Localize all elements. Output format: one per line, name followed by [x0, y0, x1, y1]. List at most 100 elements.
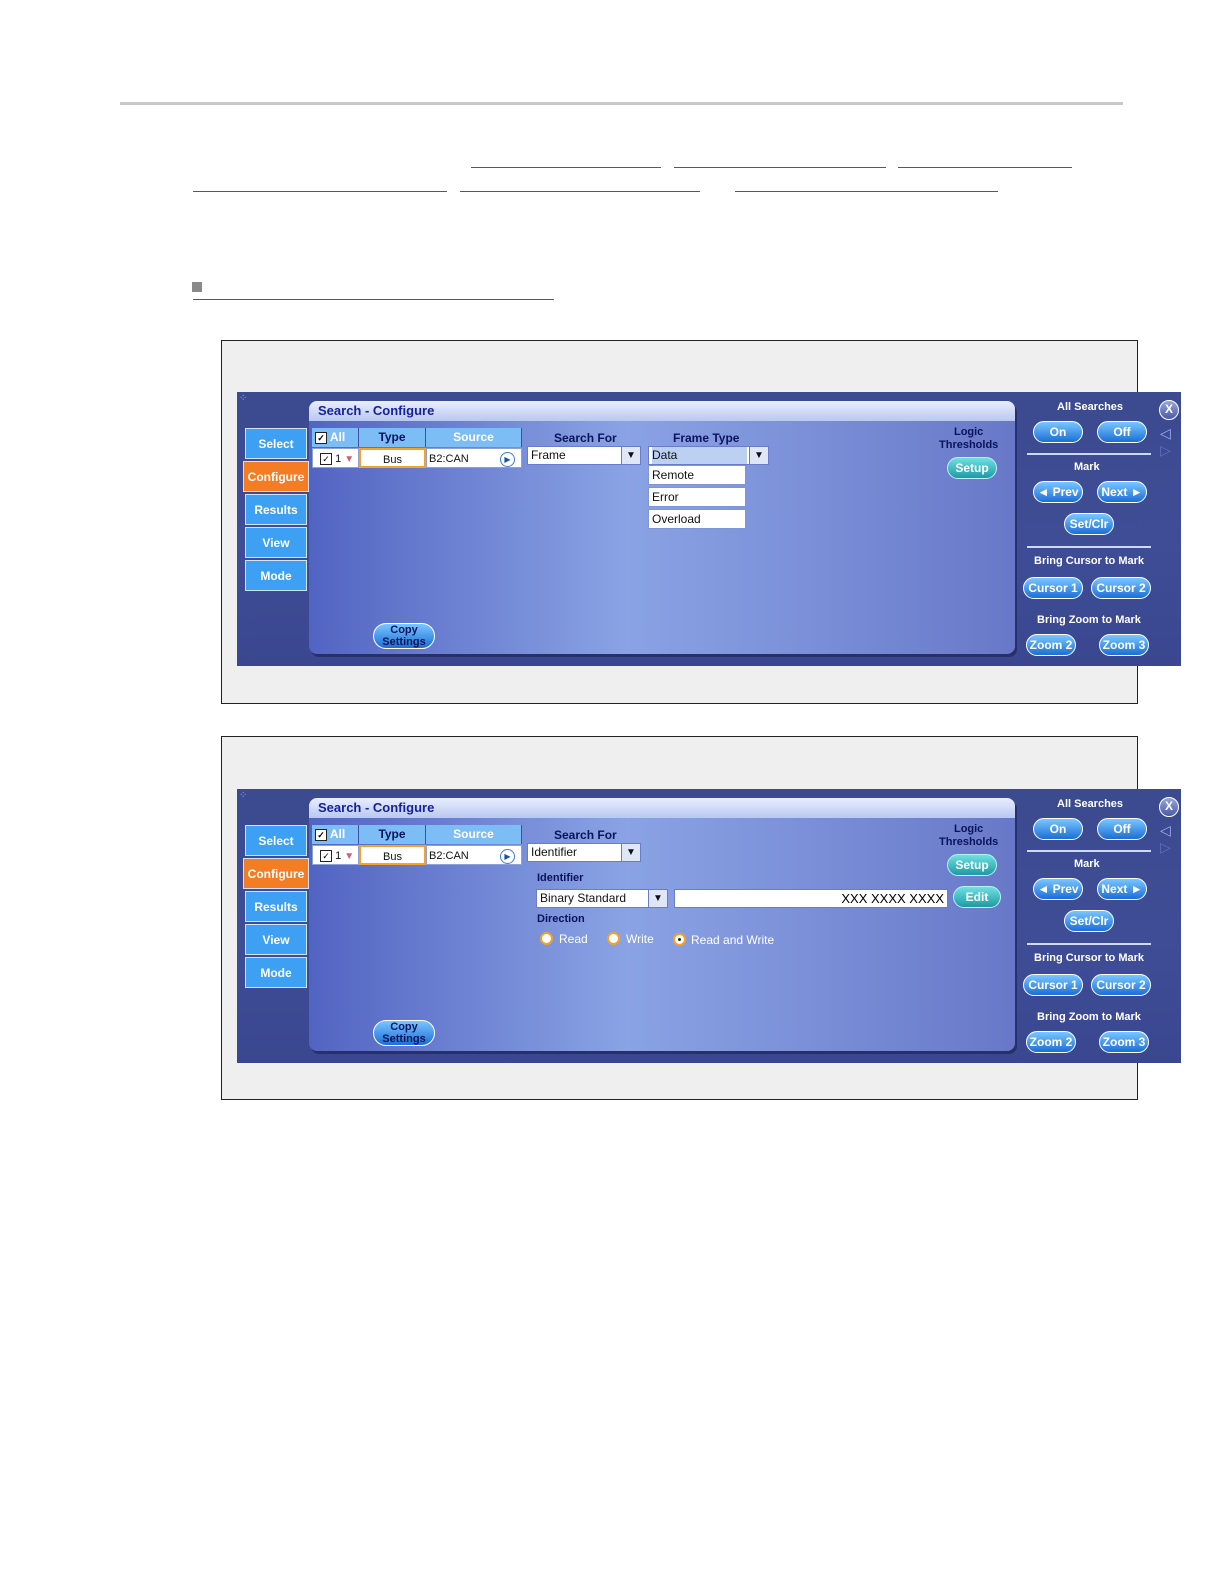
next-button[interactable]: Next ► — [1097, 481, 1147, 503]
figure-1: ⁘ Select Configure Results View Mode Sea… — [221, 340, 1181, 704]
cursor1-button[interactable]: Cursor 1 — [1023, 974, 1083, 996]
tab-results[interactable]: Results — [245, 494, 307, 525]
set-clear-button[interactable]: Set/Clr — [1064, 513, 1114, 535]
on-button[interactable]: On — [1033, 421, 1083, 443]
identifier-format-select[interactable]: Binary Standard ▼ — [536, 889, 668, 908]
tab-configure[interactable]: Configure — [243, 461, 309, 492]
close-icon[interactable]: X — [1159, 400, 1179, 420]
row-checkbox[interactable]: ✓ — [320, 850, 332, 863]
edit-button[interactable]: Edit — [953, 886, 1001, 908]
identifier-value-field[interactable]: XXX XXXX XXXX — [674, 889, 948, 908]
col-all-header[interactable]: ✓ All — [312, 825, 359, 844]
mark-label: Mark — [1074, 858, 1100, 870]
frame-type-value: Data — [652, 447, 747, 464]
radio-read[interactable] — [540, 932, 553, 945]
link-underline-2[interactable] — [674, 167, 886, 168]
search-for-select[interactable]: Identifier ▼ — [527, 843, 641, 862]
grip-icon[interactable]: ⁘ — [239, 394, 249, 404]
tab-view[interactable]: View — [245, 924, 307, 955]
search-configure-window: ⁘ Select Configure Results View Mode Sea… — [237, 789, 1181, 1063]
frame-type-select[interactable]: Data ▼ — [648, 446, 769, 465]
tab-configure[interactable]: Configure — [243, 858, 309, 889]
tab-results[interactable]: Results — [245, 891, 307, 922]
radio-read-label: Read — [559, 932, 588, 946]
close-icon[interactable]: X — [1159, 797, 1179, 817]
search-for-label: Search For — [554, 828, 617, 842]
row-checkbox[interactable]: ✓ — [320, 453, 332, 466]
copy-settings-button[interactable]: Copy Settings — [373, 623, 435, 649]
logic-thresholds-label: Logic Thresholds — [939, 426, 999, 451]
divider — [1027, 943, 1151, 945]
source-arrow-icon[interactable]: ▶ — [500, 849, 515, 864]
configure-panel: Search - Configure ✓ All Type Source ✓ 1… — [309, 401, 1015, 654]
tab-select[interactable]: Select — [245, 428, 307, 459]
on-button[interactable]: On — [1033, 818, 1083, 840]
divider — [1027, 546, 1151, 548]
row-type-cell[interactable]: Bus — [359, 448, 426, 468]
bullet-square — [192, 282, 202, 292]
search-for-select[interactable]: Frame ▼ — [527, 446, 641, 465]
radio-read-and-write[interactable] — [673, 933, 686, 946]
prev-button[interactable]: ◄ Prev — [1033, 481, 1083, 503]
source-arrow-icon[interactable]: ▶ — [500, 452, 515, 467]
row-type-cell[interactable]: Bus — [359, 845, 426, 865]
set-clear-button[interactable]: Set/Clr — [1064, 910, 1114, 932]
zoom2-button[interactable]: Zoom 2 — [1026, 1031, 1076, 1053]
link-underline-1[interactable] — [471, 167, 661, 168]
bring-zoom-label: Bring Zoom to Mark — [1037, 614, 1141, 626]
triangle-left-icon[interactable]: ◁ — [1160, 822, 1171, 839]
dropdown-option-overload[interactable]: Overload — [648, 509, 746, 529]
tab-mode[interactable]: Mode — [245, 560, 307, 591]
chevron-down-icon[interactable]: ▼ — [648, 890, 667, 907]
grip-icon[interactable]: ⁘ — [239, 791, 249, 801]
dropdown-option-remote[interactable]: Remote — [648, 465, 746, 485]
row-check-cell[interactable]: ✓ 1 ▼ — [312, 448, 359, 468]
row-check-cell[interactable]: ✓ 1 ▼ — [312, 845, 359, 865]
chevron-down-icon[interactable]: ▼ — [749, 447, 768, 464]
cursor2-button[interactable]: Cursor 2 — [1091, 974, 1151, 996]
prev-button[interactable]: ◄ Prev — [1033, 878, 1083, 900]
link-underline-7[interactable] — [193, 299, 554, 300]
divider — [1027, 453, 1151, 455]
row-source-cell[interactable]: B2:CAN ▶ — [426, 845, 522, 865]
link-underline-4[interactable] — [193, 191, 447, 192]
col-source-header: Source — [426, 428, 522, 447]
zoom2-button[interactable]: Zoom 2 — [1026, 634, 1076, 656]
off-button[interactable]: Off — [1097, 818, 1147, 840]
link-underline-5[interactable] — [460, 191, 700, 192]
search-for-value: Frame — [531, 448, 566, 462]
link-underline-6[interactable] — [735, 191, 998, 192]
mark-label: Mark — [1074, 461, 1100, 473]
col-all-header[interactable]: ✓ All — [312, 428, 359, 447]
off-button[interactable]: Off — [1097, 421, 1147, 443]
search-for-label: Search For — [554, 431, 617, 445]
page-top-rule — [120, 102, 1123, 105]
cursor2-button[interactable]: Cursor 2 — [1091, 577, 1151, 599]
setup-button[interactable]: Setup — [947, 854, 997, 876]
col-all-label: All — [329, 827, 346, 841]
checkbox-all[interactable]: ✓ — [315, 431, 327, 444]
setup-button[interactable]: Setup — [947, 457, 997, 479]
radio-write[interactable] — [607, 932, 620, 945]
row-source-cell[interactable]: B2:CAN ▶ — [426, 448, 522, 468]
cursor1-button[interactable]: Cursor 1 — [1023, 577, 1083, 599]
triangle-right-icon[interactable]: ▷ — [1160, 839, 1171, 856]
chevron-down-icon[interactable]: ▼ — [621, 447, 640, 464]
tab-select[interactable]: Select — [245, 825, 307, 856]
dropdown-option-error[interactable]: Error — [648, 487, 746, 507]
copy-settings-button[interactable]: Copy Settings — [373, 1020, 435, 1046]
triangle-right-icon[interactable]: ▷ — [1160, 442, 1171, 459]
identifier-value: XXX XXXX XXXX — [841, 891, 944, 906]
link-underline-3[interactable] — [898, 167, 1072, 168]
divider — [1027, 850, 1151, 852]
zoom3-button[interactable]: Zoom 3 — [1099, 1031, 1149, 1053]
checkbox-all[interactable]: ✓ — [315, 828, 327, 841]
zoom3-button[interactable]: Zoom 3 — [1099, 634, 1149, 656]
tab-view[interactable]: View — [245, 527, 307, 558]
next-button[interactable]: Next ► — [1097, 878, 1147, 900]
triangle-left-icon[interactable]: ◁ — [1160, 425, 1171, 442]
chevron-down-icon[interactable]: ▼ — [621, 844, 640, 861]
all-searches-label: All Searches — [1057, 798, 1124, 810]
col-type-header: Type — [359, 825, 426, 844]
tab-mode[interactable]: Mode — [245, 957, 307, 988]
